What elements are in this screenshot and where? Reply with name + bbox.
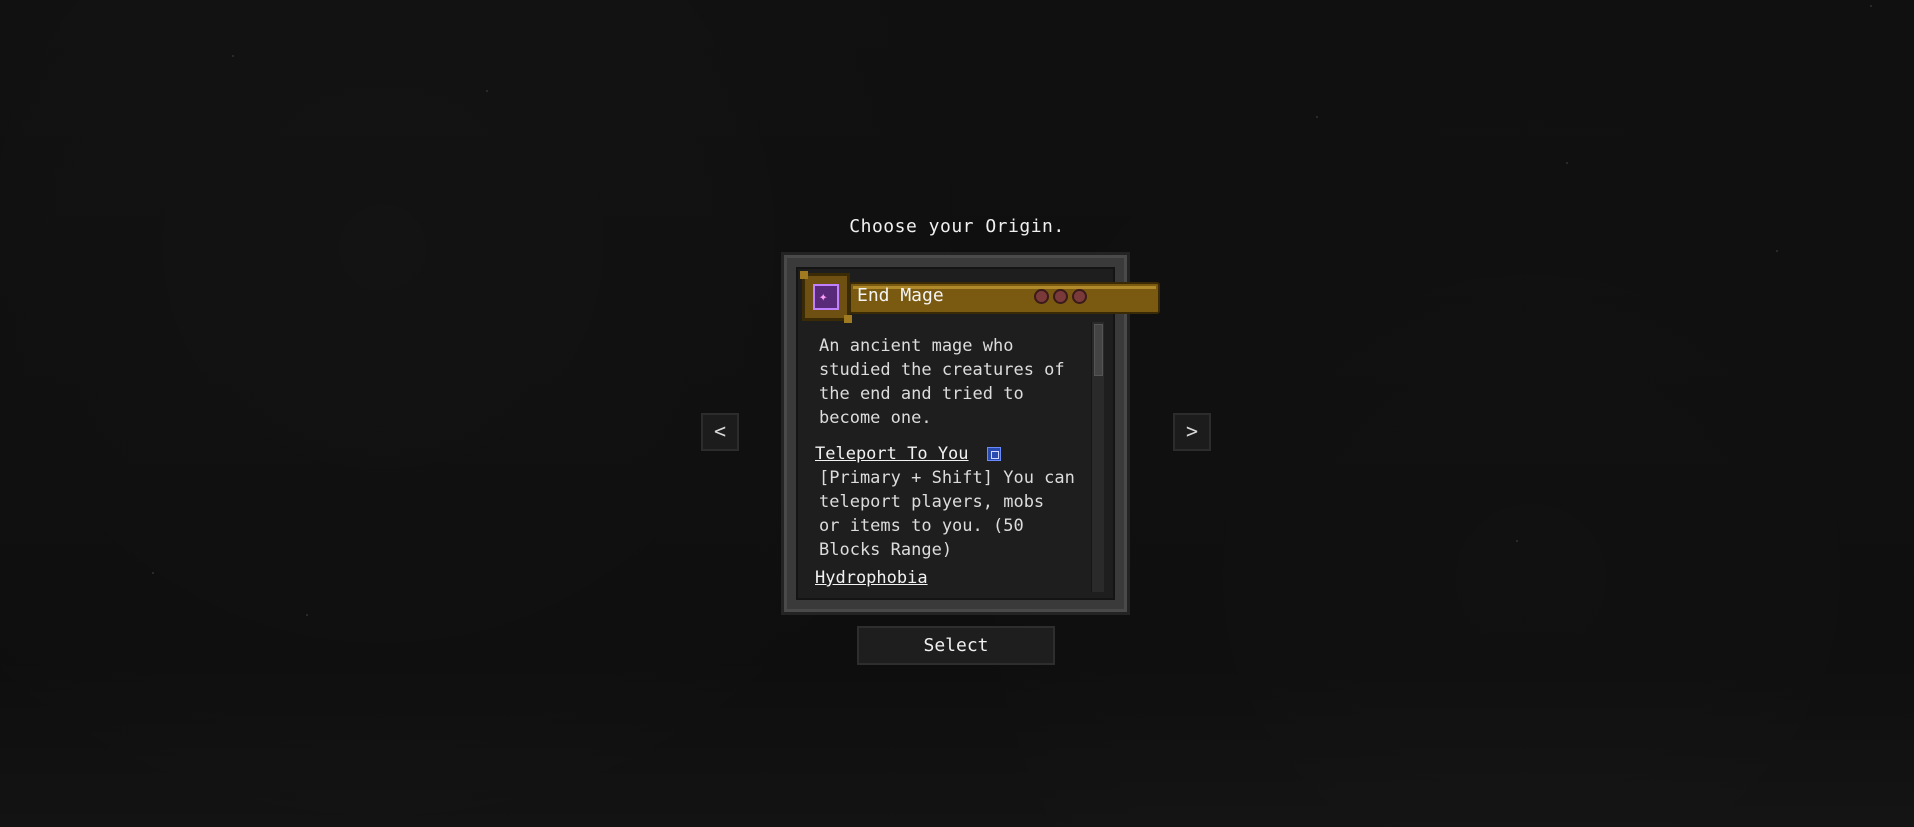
next-origin-button[interactable]: > [1173,413,1211,451]
previous-origin-button[interactable]: < [701,413,739,451]
background-speck [1776,250,1778,252]
chevron-left-icon: < [713,419,727,443]
background-speck [1870,5,1872,7]
power-title: Teleport To You [815,444,969,464]
description-scrollbar[interactable] [1091,322,1104,592]
background-speck [1516,540,1518,542]
background-speck [232,55,234,57]
select-button[interactable]: Select [857,626,1055,665]
origin-description: An ancient mage who studied the creature… [819,336,1065,428]
background-speck [1316,116,1318,118]
background-speck [152,572,154,574]
origin-icon-frame: ✦ [800,271,852,323]
screen-title: Choose your Origin. [849,216,1065,237]
background-speck [306,614,308,616]
scrollbar-thumb[interactable] [1094,324,1103,376]
background-speck [486,90,488,92]
keybind-icon [987,447,1001,461]
ender-pearl-icon: ✦ [813,284,839,310]
power-title: Hydrophobia [815,568,928,588]
impact-indicator [1053,289,1068,304]
impact-indicator [1034,289,1049,304]
chevron-right-icon: > [1185,419,1199,443]
power-description: [Primary + Shift] You can teleport playe… [819,468,1075,560]
background-speck [1566,162,1568,164]
impact-indicator [1072,289,1087,304]
origin-name: End Mage [857,285,944,306]
